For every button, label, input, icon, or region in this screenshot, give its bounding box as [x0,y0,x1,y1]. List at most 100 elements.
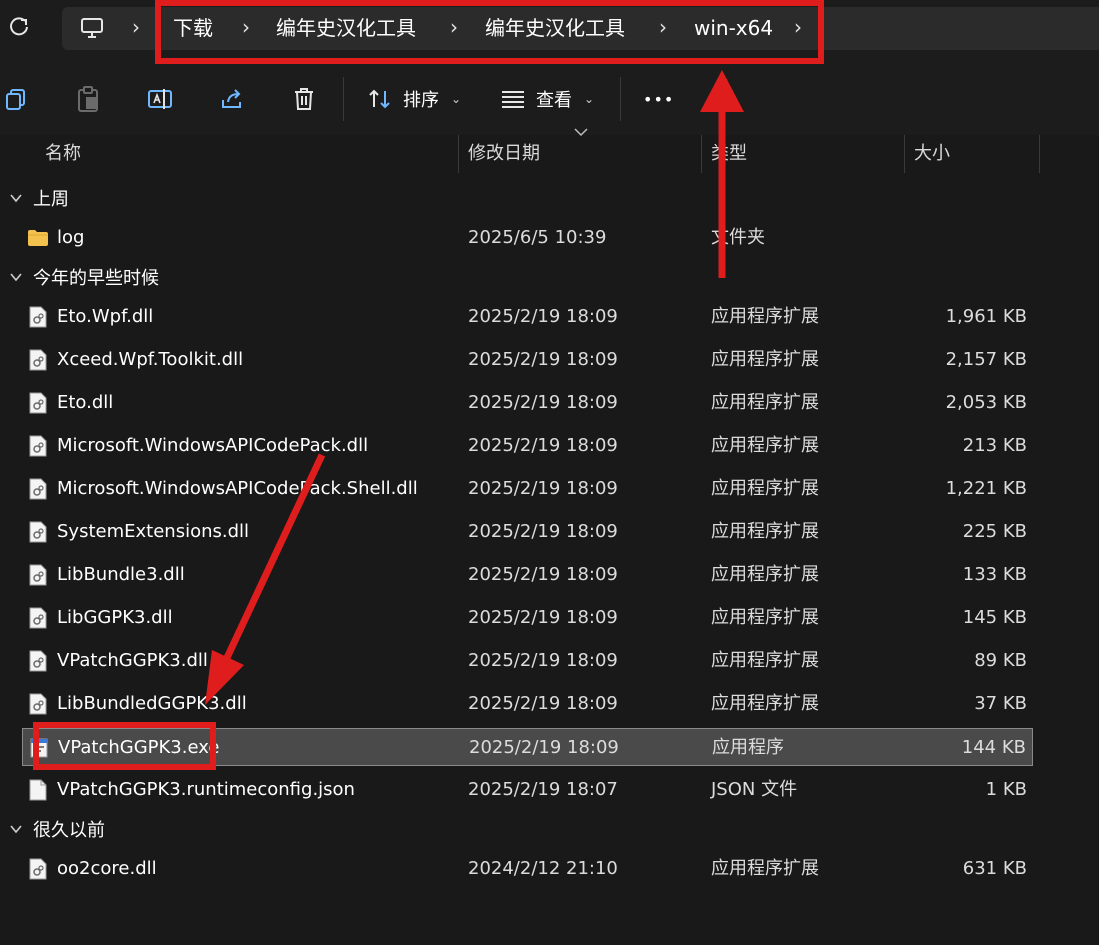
file-row[interactable]: oo2core.dll 2024/2/12 21:10 应用程序扩展 631 K… [22,850,1033,888]
dll-file-icon [29,478,47,500]
column-divider[interactable] [1039,135,1040,173]
file-date: 2025/2/19 18:07 [468,779,618,800]
dll-file-icon [29,693,47,715]
command-bar: 排序 ⌄ 查看 ⌄ ••• [0,63,1099,135]
file-date: 2025/2/19 18:09 [468,349,618,370]
column-header-date[interactable]: 修改日期 [468,135,540,173]
file-size: 213 KB [962,435,1027,456]
toolbar-divider [343,77,344,121]
file-type: 应用程序扩展 [711,349,819,370]
address-bar: › 下载 › 编年史汉化工具 › 编年史汉化工具 › win-x64 › [0,0,1099,63]
group-header-earlier-this-year[interactable]: 今年的早些时候 [0,258,1099,296]
more-icon: ••• [643,89,675,109]
file-size: 144 KB [961,737,1026,758]
paste-button[interactable] [68,79,108,119]
file-date: 2025/2/19 18:09 [468,521,618,542]
json-file-icon [29,779,47,801]
group-label: 很久以前 [33,820,105,841]
breadcrumb-item-folder-1[interactable]: 编年史汉化工具 [276,7,416,50]
file-row[interactable]: Microsoft.WindowsAPICodePack.Shell.dll 2… [22,470,1033,508]
column-header-size[interactable]: 大小 [914,135,950,173]
file-row[interactable]: SystemExtensions.dll 2025/2/19 18:09 应用程… [22,513,1033,551]
rename-icon [148,89,172,109]
chevron-right-icon[interactable]: › [794,7,802,50]
file-name: Microsoft.WindowsAPICodePack.dll [57,435,369,456]
dll-file-icon [29,650,47,672]
dll-file-icon [29,607,47,629]
file-date: 2025/2/19 18:09 [468,392,618,413]
file-size: 2,053 KB [945,392,1027,413]
file-row[interactable]: VPatchGGPK3.runtimeconfig.json 2025/2/19… [22,771,1033,809]
file-row[interactable]: LibBundle3.dll 2025/2/19 18:09 应用程序扩展 13… [22,556,1033,594]
delete-button[interactable] [284,79,324,119]
more-options-button[interactable]: ••• [643,77,674,121]
view-button[interactable]: 查看 ⌄ [500,77,594,121]
file-row[interactable]: Eto.dll 2025/2/19 18:09 应用程序扩展 2,053 KB [22,384,1033,422]
chevron-right-icon[interactable]: › [450,7,458,50]
file-date: 2025/2/19 18:09 [468,607,618,628]
file-type: 应用程序扩展 [711,435,819,456]
file-type: 应用程序扩展 [711,564,819,585]
sort-button[interactable]: 排序 ⌄ [367,77,461,121]
file-size: 225 KB [962,521,1027,542]
copy-button[interactable] [0,79,36,119]
dll-file-icon [29,349,47,371]
column-header-type[interactable]: 类型 [711,135,747,173]
chevron-right-icon[interactable]: › [242,7,250,50]
column-header-bar: 名称 修改日期 类型 大小 [0,135,1099,173]
sort-label: 排序 [403,90,439,111]
column-divider[interactable] [904,135,905,173]
file-row[interactable]: VPatchGGPK3.dll 2025/2/19 18:09 应用程序扩展 8… [22,642,1033,680]
chevron-right-icon[interactable]: › [132,7,140,50]
breadcrumb-item-downloads[interactable]: 下载 [173,7,213,50]
refresh-button[interactable] [2,10,36,44]
sort-icon [369,89,390,109]
breadcrumb[interactable]: › 下载 › 编年史汉化工具 › 编年史汉化工具 › win-x64 › [62,7,1099,50]
file-type: 应用程序扩展 [711,521,819,542]
file-row[interactable]: Xceed.Wpf.Toolkit.dll 2025/2/19 18:09 应用… [22,341,1033,379]
breadcrumb-item-folder-2[interactable]: 编年史汉化工具 [485,7,625,50]
file-row[interactable]: LibBundledGGPK3.dll 2025/2/19 18:09 应用程序… [22,685,1033,723]
group-header-long-ago[interactable]: 很久以前 [0,810,1099,848]
this-pc-button[interactable] [74,13,110,43]
file-type: 应用程序扩展 [711,693,819,714]
view-list-icon [502,91,524,108]
file-date: 2025/2/19 18:09 [468,693,618,714]
file-size: 2,157 KB [945,349,1027,370]
file-name: VPatchGGPK3.runtimeconfig.json [57,779,355,800]
file-type: JSON 文件 [711,779,798,800]
rename-button[interactable] [140,79,180,119]
file-date: 2025/6/5 10:39 [468,227,607,248]
chevron-right-icon[interactable]: › [659,7,667,50]
file-date: 2024/2/12 21:10 [468,858,618,879]
share-icon [222,89,241,108]
share-button[interactable] [212,79,252,119]
file-name: log [57,227,85,248]
monitor-icon [81,18,103,38]
file-row-selected[interactable]: VPatchGGPK3.exe 2025/2/19 18:09 应用程序 144… [22,728,1033,766]
column-divider[interactable] [701,135,702,173]
column-divider[interactable] [458,135,459,173]
file-type: 应用程序 [712,737,784,758]
group-label: 上周 [33,189,69,210]
file-name: LibGGPK3.dll [57,607,173,628]
chevron-down-icon [10,825,22,834]
file-type: 应用程序扩展 [711,478,819,499]
file-size: 631 KB [962,858,1027,879]
file-row[interactable]: LibGGPK3.dll 2025/2/19 18:09 应用程序扩展 145 … [22,599,1033,637]
refresh-icon [10,17,28,36]
file-name: Xceed.Wpf.Toolkit.dll [57,349,244,370]
file-name: SystemExtensions.dll [57,521,250,542]
file-row[interactable]: log 2025/6/5 10:39 文件夹 [22,219,1033,257]
file-size: 133 KB [962,564,1027,585]
sort-indicator-icon [574,128,588,137]
file-row[interactable]: Microsoft.WindowsAPICodePack.dll 2025/2/… [22,427,1033,465]
file-name: LibBundle3.dll [57,564,185,585]
file-type: 应用程序扩展 [711,650,819,671]
group-header-last-week[interactable]: 上周 [0,179,1099,217]
breadcrumb-item-win-x64[interactable]: win-x64 [694,7,773,50]
column-header-name[interactable]: 名称 [45,135,81,173]
file-row[interactable]: Eto.Wpf.dll 2025/2/19 18:09 应用程序扩展 1,961… [22,298,1033,336]
dll-file-icon [29,435,47,457]
file-date: 2025/2/19 18:09 [469,737,619,758]
